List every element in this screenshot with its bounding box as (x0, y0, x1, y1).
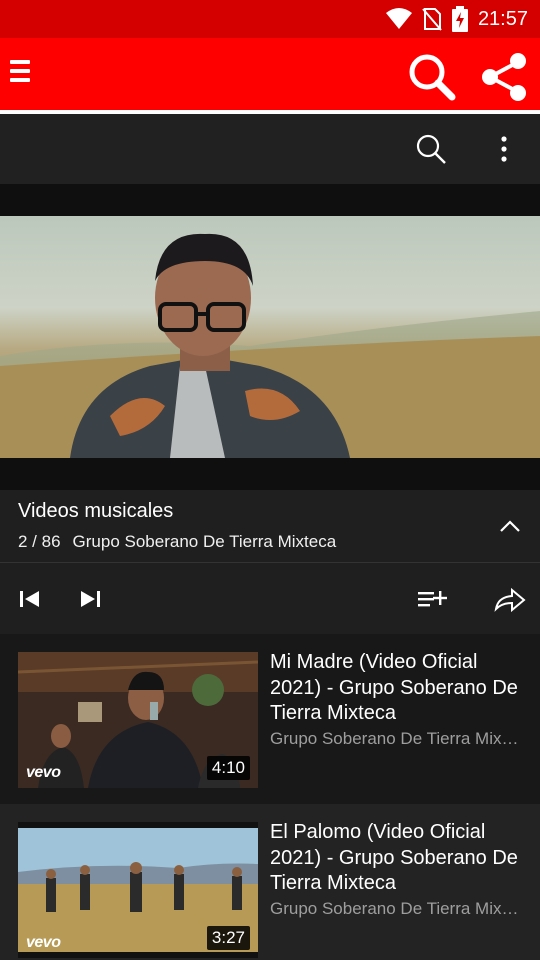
wifi-icon (385, 8, 412, 29)
chevron-up-icon[interactable] (496, 512, 524, 540)
battery-charging-icon (451, 6, 468, 32)
playlist-title: Videos musicales (18, 500, 174, 522)
video-duration: 3:27 (206, 926, 250, 950)
video-frame[interactable] (0, 216, 540, 458)
player-toolbar (0, 114, 540, 184)
skip-next-icon[interactable] (72, 581, 108, 617)
status-bar: 21:57 (0, 0, 540, 38)
video-title: Mi Madre (Video Oficial 2021) - Grupo So… (270, 651, 518, 724)
player-search-icon[interactable] (414, 132, 448, 166)
app-bar (0, 38, 540, 110)
video-duration: 4:10 (206, 756, 250, 780)
search-icon[interactable] (405, 50, 459, 104)
vevo-badge: vevo (26, 764, 61, 781)
video-title: El Palomo (Video Oficial 2021) - Grupo S… (270, 821, 518, 894)
playlist-subtitle: 2 / 86 Grupo Soberano De Tierra Mixteca (18, 532, 336, 552)
status-time: 21:57 (477, 7, 528, 30)
no-sim-icon (422, 8, 442, 31)
share-arrow-icon[interactable] (492, 581, 528, 617)
share-icon[interactable] (478, 50, 532, 104)
menu-icon[interactable] (10, 60, 34, 90)
list-item[interactable]: vevo 3:27 El Palomo (Video Oficial 2021)… (0, 804, 540, 960)
video-list: vevo 4:10 Mi Madre (Video Oficial 2021) … (0, 634, 540, 960)
video-still-image (0, 233, 540, 458)
vevo-badge: vevo (26, 934, 61, 951)
skip-previous-icon[interactable] (12, 581, 48, 617)
more-vert-icon[interactable] (488, 132, 520, 166)
playlist-controls (0, 562, 540, 634)
playlist-channel: Grupo Soberano De Tierra Mixteca (72, 532, 337, 551)
add-to-playlist-icon[interactable] (416, 581, 452, 617)
video-channel: Grupo Soberano De Tierra Mixteca (270, 729, 520, 748)
video-channel: Grupo Soberano De Tierra Mixteca (270, 899, 520, 918)
list-item[interactable]: vevo 4:10 Mi Madre (Video Oficial 2021) … (0, 634, 540, 804)
playlist-header[interactable]: Videos musicales 2 / 86 Grupo Soberano De… (0, 490, 540, 562)
playlist-position: 2 / 86 (18, 532, 61, 551)
video-thumbnail[interactable]: vevo 3:27 (18, 822, 258, 958)
video-player[interactable] (0, 184, 540, 490)
video-thumbnail[interactable]: vevo 4:10 (18, 652, 258, 788)
